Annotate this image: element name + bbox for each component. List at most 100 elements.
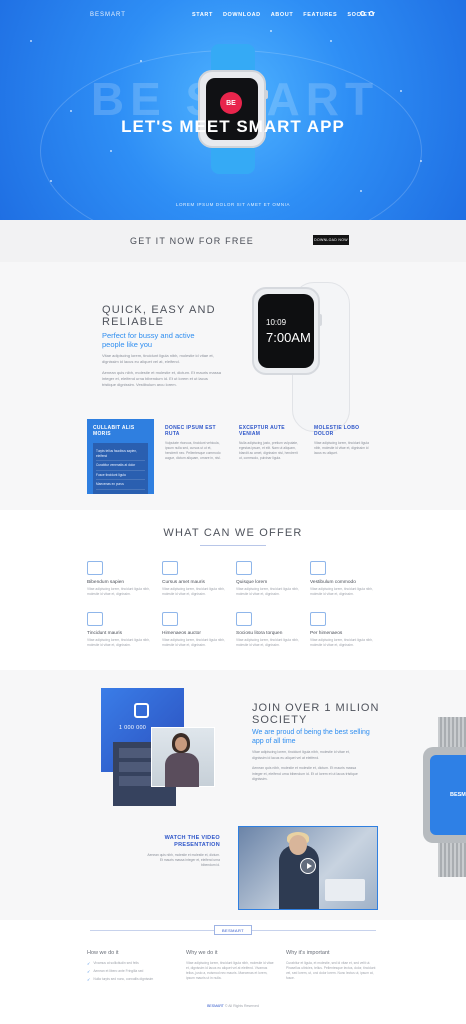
nav-start[interactable]: START: [192, 12, 213, 18]
society-section-bg: [0, 670, 466, 920]
cta-text: GET IT NOW FOR FREE: [130, 236, 254, 246]
quick-subtitle: Perfect for bussy and active people like…: [102, 331, 195, 349]
feature-column: DONEC IPSUM EST RUTA Vulputate rhoncus, …: [165, 425, 225, 461]
copyright-text: © All Rights Reserved: [224, 1004, 259, 1008]
footer-list-item-label: Vivamus at sollicitudin sed felis: [93, 961, 139, 965]
footer-list-item-label: Nulla turpis sed nunc, convallis digniss…: [93, 977, 154, 981]
copyright-brand[interactable]: BESMART: [207, 1004, 224, 1008]
footer-list-item-label: Aenean et libero ante Fringilla sed: [93, 969, 144, 973]
feature-column-text: Vulputate rhoncus, tincidunt vehicula, i…: [165, 441, 221, 460]
social-icon[interactable]: [360, 11, 365, 16]
quick-title: QUICK, EASY AND RELIABLE: [102, 304, 216, 328]
download-now-button[interactable]: DOWNLOAD NOW: [313, 235, 349, 245]
offer-name: Quisque lorem: [236, 580, 268, 585]
features-section-bg: [0, 262, 466, 510]
social-icon[interactable]: [369, 11, 374, 16]
feature-column-title: MOLESTIE LOBO DOLOR: [314, 425, 360, 437]
gift-icon: [162, 561, 178, 575]
offer-desc: Vitae adipiscing lorem, tincidunt ligula…: [162, 587, 225, 596]
quick-paragraph-2: Aenean quis nibh, molestie et molestie e…: [102, 370, 221, 387]
society-paragraph-2: Aenean quis nibh, molestie et molestie e…: [252, 766, 358, 781]
feature-column-title: EXCEPTUR AUTE VENIAM: [239, 425, 285, 437]
white-watch-screen: 10:09 7:00AM: [258, 294, 314, 368]
offer-desc: Vitae adipiscing lorem, tincidunt ligula…: [236, 638, 299, 647]
side-watch-screen: BESM: [430, 755, 466, 835]
image-icon: [236, 561, 252, 575]
watch-time-big: 7:00AM: [266, 329, 311, 345]
main-nav: START DOWNLOAD ABOUT FEATURES SOCIETY: [192, 12, 376, 18]
feature-box-item[interactable]: Fusce tincidunt ligula: [96, 471, 145, 480]
offer-desc: Vitae adipiscing lorem, tincidunt ligula…: [236, 587, 299, 596]
feature-column: EXCEPTUR AUTE VENIAM Nulla adipiscing ju…: [239, 425, 299, 461]
footer-list-item: ✓ Aenean et libero ante Fringilla sed: [87, 969, 177, 974]
society-paragraph: Vitae adipiscing lorem, tincidunt ligula…: [252, 750, 364, 783]
offer-desc: Vitae adipiscing lorem, tincidunt ligula…: [310, 587, 373, 596]
footer-list: ✓ Vivamus at sollicitudin sed felis ✓ Aene…: [87, 961, 177, 982]
feature-box-title: CULLABIT ALIS MORIS: [93, 425, 135, 437]
nav-download[interactable]: DOWNLOAD: [223, 12, 261, 18]
offer-item: Sociosu litora torquen Vitae adipiscing …: [236, 612, 306, 647]
feature-column: MOLESTIE LOBO DOLOR Vitae adipiscing lor…: [314, 425, 374, 456]
quick-paragraph: Vitae adipiscing lorem, tincidunt ligula…: [102, 353, 222, 388]
footer-column-text: Vitae adipiscing lorem, tincidunt ligula…: [186, 961, 274, 980]
society-subtitle: We are proud of being the best selling a…: [252, 729, 370, 745]
quick-paragraph-1: Vitae adipiscing lorem, tincidunt ligula…: [102, 353, 214, 364]
camera-icon: [87, 561, 103, 575]
camera-icon: [236, 612, 252, 626]
offer-title: WHAT CAN WE OFFER: [163, 527, 303, 539]
offer-desc: Vitae adipiscing lorem, tincidunt ligula…: [162, 638, 225, 647]
footer-list-item: ✓ Vivamus at sollicitudin sed felis: [87, 961, 177, 966]
footer-column-title: Why we do it: [186, 950, 218, 956]
video-description: Aenean quis nibh, molestie et molestie e…: [147, 853, 220, 867]
copyright: BESMART © All Rights Reserved: [0, 1004, 466, 1008]
check-icon: ✓: [87, 961, 91, 966]
thumbs-up-icon: [134, 703, 149, 718]
offer-item: Cursus amet mauris Vitae adipiscing lore…: [162, 561, 232, 596]
watch-time-small: 10:09: [266, 317, 287, 327]
feature-box-item[interactable]: Turpis tellus faucibus sapien, eleifend: [96, 447, 145, 461]
offer-item: Quisque lorem Vitae adipiscing lorem, ti…: [236, 561, 306, 596]
footer-list-item: ✓ Nulla turpis sed nunc, convallis dignis…: [87, 977, 177, 982]
brand-logo[interactable]: BESMART: [90, 12, 126, 18]
offer-name: Bibendum sapien: [87, 580, 125, 585]
nav-about[interactable]: ABOUT: [271, 12, 294, 18]
footer-column-text: Curabitur et ligula, et molestie, sed id…: [286, 961, 376, 980]
footer-brand-badge[interactable]: BESMART: [214, 925, 252, 935]
offer-item: Bibendum sapien Vitae adipiscing lorem, …: [87, 561, 157, 596]
hero-subtitle: LOREM IPSUM DOLOR SIT AMET ET OMNIA: [175, 202, 291, 207]
society-paragraph-1: Vitae adipiscing lorem, tincidunt ligula…: [252, 750, 350, 760]
feature-box-item[interactable]: Maecenas ex purus: [96, 480, 145, 490]
society-title: JOIN OVER 1 MILION SOCIETY: [252, 702, 380, 726]
check-icon: ✓: [87, 969, 91, 974]
user-photo-body: [165, 753, 199, 787]
feature-column-text: Nulla adipiscing justo, pretium vulputat…: [239, 441, 299, 460]
offer-name: Tincidunt mauris: [87, 631, 123, 636]
feature-column-title: DONEC IPSUM EST RUTA: [165, 425, 216, 437]
offer-item: Vestibulum commodo Vitae adipiscing lore…: [310, 561, 380, 596]
offer-desc: Vitae adipiscing lorem, tincidunt ligula…: [310, 638, 373, 647]
feature-box-item[interactable]: Curabitur venenatis at dolor: [96, 461, 145, 471]
footer-column: Why we do it Vitae adipiscing lorem, tin…: [186, 950, 276, 981]
offer-name: Cursus amet mauris: [162, 580, 205, 585]
coffee-icon: [87, 612, 103, 626]
offer-name: Per himenaeos: [310, 631, 343, 636]
feature-box-list: Turpis tellus faucibus sapien, eleifend …: [93, 443, 148, 494]
check-icon: ✓: [87, 977, 91, 982]
offer-item: Per himenaeos Vitae adipiscing lorem, ti…: [310, 612, 380, 647]
offer-divider: [200, 545, 266, 546]
crop-icon: [310, 561, 326, 575]
offer-desc: Vitae adipiscing lorem, tincidunt ligula…: [87, 638, 150, 647]
offer-name: Himenaeos auctor: [162, 631, 201, 636]
nav-features[interactable]: FEATURES: [303, 12, 337, 18]
offer-item: Himenaeos auctor Vitae adipiscing lorem,…: [162, 612, 232, 647]
footer-column-title: Why it's important: [286, 950, 330, 956]
wifi-icon: [162, 612, 178, 626]
hero-section: BESMART START DOWNLOAD ABOUT FEATURES SO…: [0, 0, 466, 220]
footer-column: Why it's important Curabitur et ligula, …: [286, 950, 376, 981]
landing-page: BESMART START DOWNLOAD ABOUT FEATURES SO…: [0, 0, 466, 1024]
user-photo-face: [175, 737, 187, 751]
footer-column: How we do it ✓ Vivamus at sollicitudin se…: [87, 950, 177, 985]
offer-item: Tincidunt mauris Vitae adipiscing lorem,…: [87, 612, 157, 647]
play-icon[interactable]: [300, 858, 316, 874]
feature-column-text: Vitae adipiscing lorem, tincidunt ligula…: [314, 441, 369, 455]
